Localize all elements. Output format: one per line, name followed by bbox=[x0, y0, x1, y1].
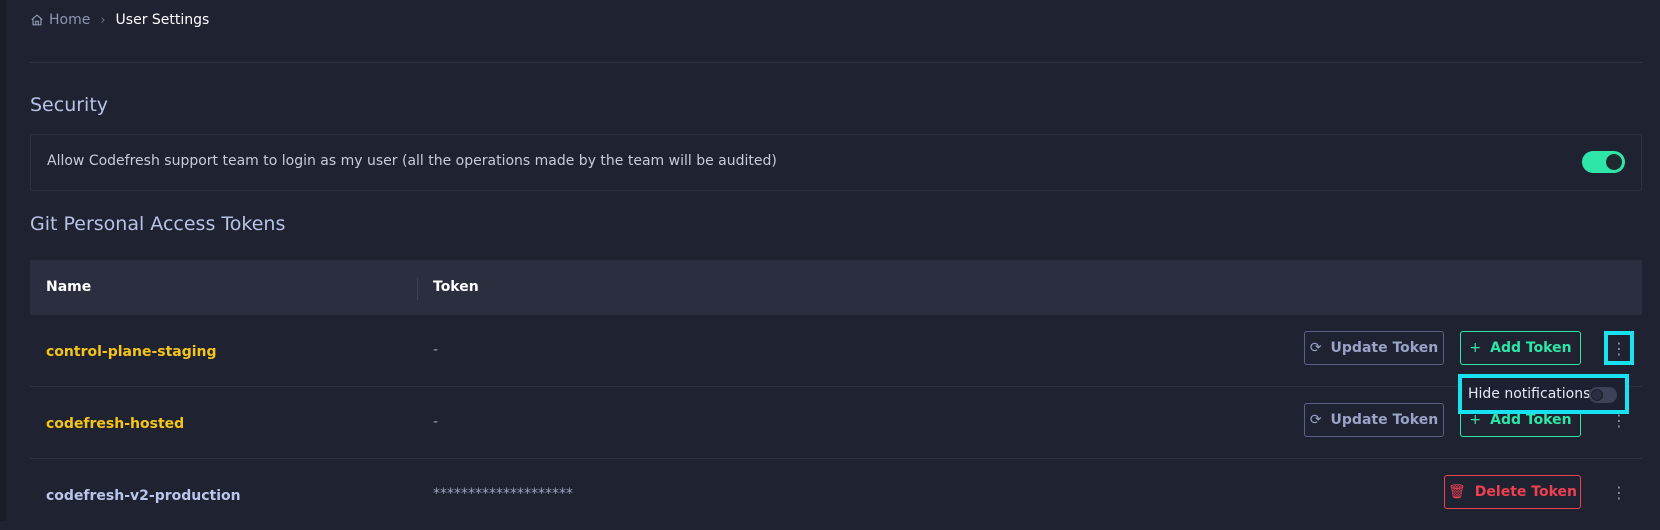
add-token-button[interactable]: + Add Token bbox=[1460, 331, 1581, 365]
more-options-button[interactable]: ⋮ bbox=[1604, 475, 1634, 509]
hide-notifications-toggle[interactable] bbox=[1589, 387, 1617, 403]
table-row: control-plane-staging - ⟳ Update Token +… bbox=[30, 315, 1642, 387]
token-name: control-plane-staging bbox=[46, 344, 217, 360]
tokens-table: Name Token control-plane-staging - ⟳ Upd… bbox=[30, 260, 1642, 530]
support-login-text: Allow Codefresh support team to login as… bbox=[47, 153, 777, 169]
update-token-label: Update Token bbox=[1330, 412, 1439, 428]
breadcrumb-home-label: Home bbox=[49, 12, 91, 28]
update-token-button[interactable]: ⟳ Update Token bbox=[1304, 403, 1444, 437]
plus-icon: + bbox=[1469, 412, 1482, 428]
table-row: codefresh-v2-production ****************… bbox=[30, 459, 1642, 530]
more-vertical-icon: ⋮ bbox=[1611, 482, 1627, 502]
refresh-icon: ⟳ bbox=[1309, 340, 1322, 356]
options-popup: Hide notifications bbox=[1458, 374, 1629, 414]
support-login-toggle[interactable] bbox=[1582, 151, 1625, 173]
breadcrumb-current: User Settings bbox=[115, 12, 210, 28]
trash-icon: 🗑 bbox=[1448, 484, 1466, 500]
table-row: codefresh-hosted - ⟳ Update Token + Add … bbox=[30, 387, 1642, 459]
add-token-label: Add Token bbox=[1490, 340, 1572, 356]
security-title: Security bbox=[30, 94, 109, 116]
left-rail bbox=[0, 0, 6, 521]
tokens-title: Git Personal Access Tokens bbox=[30, 213, 286, 235]
token-value: - bbox=[433, 414, 439, 430]
token-value: ******************** bbox=[433, 486, 573, 502]
more-options-button[interactable]: ⋮ bbox=[1604, 331, 1634, 365]
column-header-name: Name bbox=[46, 279, 92, 295]
table-header: Name Token bbox=[30, 260, 1642, 315]
token-name: codefresh-v2-production bbox=[46, 488, 241, 504]
delete-token-button[interactable]: 🗑 Delete Token bbox=[1444, 475, 1581, 509]
toggle-knob bbox=[1606, 154, 1622, 170]
column-header-token: Token bbox=[433, 279, 479, 295]
toggle-knob bbox=[1591, 389, 1603, 401]
more-vertical-icon: ⋮ bbox=[1611, 338, 1627, 358]
delete-token-label: Delete Token bbox=[1474, 484, 1577, 500]
add-token-label: Add Token bbox=[1490, 412, 1572, 428]
plus-icon: + bbox=[1469, 340, 1482, 356]
column-separator bbox=[417, 278, 418, 300]
security-panel: Allow Codefresh support team to login as… bbox=[30, 134, 1642, 191]
token-name: codefresh-hosted bbox=[46, 416, 185, 432]
chevron-right-icon: › bbox=[100, 12, 106, 28]
update-token-label: Update Token bbox=[1330, 340, 1439, 356]
divider bbox=[30, 62, 1642, 63]
breadcrumb-home-link[interactable]: Home bbox=[30, 12, 90, 28]
update-token-button[interactable]: ⟳ Update Token bbox=[1304, 331, 1444, 365]
token-value: - bbox=[433, 342, 439, 358]
home-icon bbox=[31, 14, 43, 26]
breadcrumb: Home › User Settings bbox=[30, 12, 209, 28]
refresh-icon: ⟳ bbox=[1309, 412, 1322, 428]
hide-notifications-label: Hide notifications bbox=[1468, 386, 1591, 402]
